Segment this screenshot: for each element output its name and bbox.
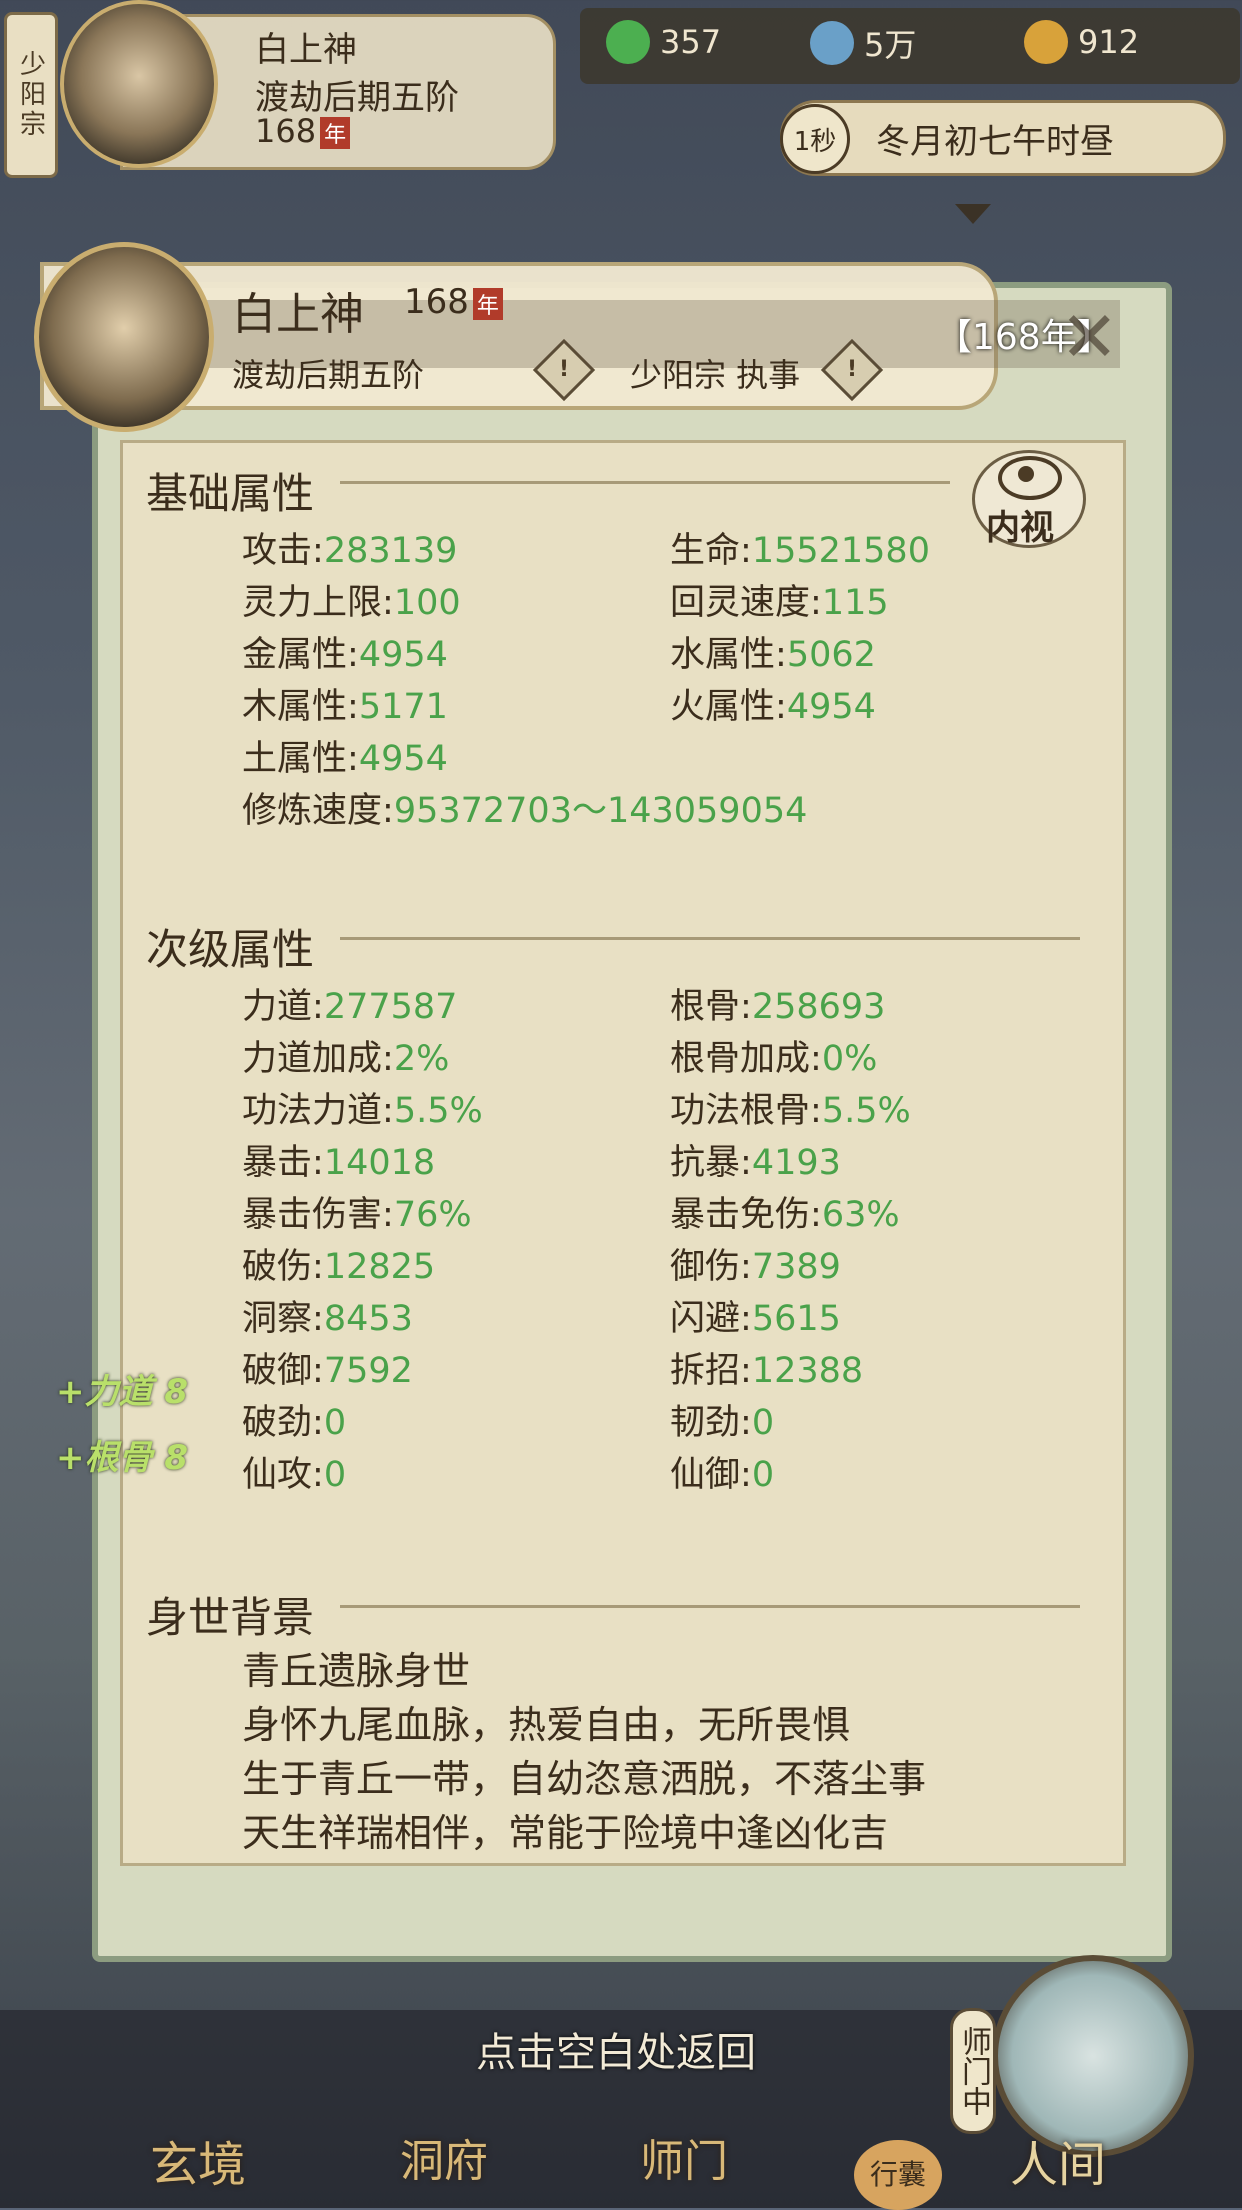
close-icon[interactable]: ✕	[1060, 296, 1119, 378]
character-sect: 少阳宗 执事	[630, 356, 801, 394]
inner-view-label: 内视	[986, 508, 1054, 548]
secondary-attributes-title: 次级属性	[146, 925, 315, 974]
section-divider	[340, 481, 950, 484]
sect-status-tag[interactable]: 师门中	[950, 2008, 996, 2134]
stat-mana-regen: 回灵速度:115	[670, 583, 889, 623]
character-name: 白上神	[232, 289, 364, 340]
game-time: 冬月初七午时昼	[876, 122, 1114, 162]
stat-wood: 木属性:5171	[242, 687, 448, 727]
stat-parry: 拆招:12388	[670, 1351, 864, 1391]
background-line: 青丘遗脉身世	[242, 1649, 471, 1693]
background-line: 身怀九尾血脉，热爱自由，无所畏惧	[242, 1703, 851, 1747]
section-divider	[340, 1605, 1080, 1608]
stat-crit-damage-reduction: 暴击免伤:63%	[670, 1195, 900, 1235]
stat-insight: 洞察:8453	[242, 1299, 413, 1339]
basic-attributes-title: 基础属性	[146, 469, 315, 518]
stat-pierce: 破伤:12825	[242, 1247, 436, 1287]
tap-to-return-hint: 点击空白处返回	[476, 2030, 756, 2076]
stat-force-break: 破劲:0	[242, 1403, 347, 1443]
stat-earth: 土属性:4954	[242, 739, 448, 779]
dropdown-arrow-icon[interactable]	[955, 204, 991, 224]
resource-ingot[interactable]: 912	[1024, 20, 1139, 64]
stat-fire: 火属性:4954	[670, 687, 876, 727]
nav-xuanjing[interactable]: 玄境	[150, 2125, 246, 2195]
resource-coin[interactable]: 5万	[810, 20, 916, 66]
coin-icon	[810, 21, 854, 65]
character-age: 168 年	[404, 282, 503, 322]
stat-hp: 生命:15521580	[670, 531, 930, 571]
stat-toughness: 韧劲:0	[670, 1403, 775, 1443]
time-speed-button[interactable]: 1秒	[780, 104, 850, 174]
stat-strength-bonus: 力道加成:2%	[242, 1039, 450, 1079]
player-avatar[interactable]	[60, 0, 218, 168]
stat-mana-cap: 灵力上限:100	[242, 583, 461, 623]
stat-constitution-bonus: 根骨加成:0%	[670, 1039, 878, 1079]
nav-renjian[interactable]: 人间	[1010, 2125, 1106, 2195]
stat-armor-break: 破御:7592	[242, 1351, 413, 1391]
stat-crit-resist: 抗暴:4193	[670, 1143, 841, 1183]
stat-metal: 金属性:4954	[242, 635, 448, 675]
stat-water: 水属性:5062	[670, 635, 876, 675]
stat-technique-constitution: 功法根骨:5.5%	[670, 1091, 911, 1131]
sect-tab[interactable]: 少阳宗	[4, 12, 58, 178]
resource-leaf[interactable]: 357	[606, 20, 721, 64]
player-name: 白上神	[255, 30, 357, 70]
stat-attack: 攻击:283139	[242, 531, 458, 571]
nav-xingnang[interactable]: 行囊	[854, 2140, 942, 2210]
stat-crit: 暴击:14018	[242, 1143, 436, 1183]
background-line: 生于青丘一带，自幼恣意洒脱，不落尘事	[242, 1757, 927, 1801]
section-divider	[340, 937, 1080, 940]
stat-strength: 力道:277587	[242, 987, 458, 1027]
stat-immortal-defense: 仙御:0	[670, 1455, 775, 1495]
stat-constitution: 根骨:258693	[670, 987, 886, 1027]
gain-strength-popup: +力道 8	[56, 1372, 188, 1412]
eye-icon	[998, 456, 1062, 500]
stat-immortal-attack: 仙攻:0	[242, 1455, 347, 1495]
background-title: 身世背景	[146, 1593, 315, 1642]
ingot-icon	[1024, 20, 1068, 64]
nav-shimen[interactable]: 师门	[640, 2125, 728, 2189]
stat-technique-strength: 功法力道:5.5%	[242, 1091, 483, 1131]
character-portrait	[34, 242, 214, 432]
character-rank: 渡劫后期五阶	[232, 356, 425, 394]
player-age: 168 年	[255, 112, 351, 150]
stat-dodge: 闪避:5615	[670, 1299, 841, 1339]
nav-dongfu[interactable]: 洞府	[400, 2125, 488, 2189]
stat-guard: 御伤:7389	[670, 1247, 841, 1287]
leaf-icon	[606, 20, 650, 64]
background-line: 天生祥瑞相伴，常能于险境中逢凶化吉	[242, 1811, 889, 1855]
gain-constitution-popup: +根骨 8	[56, 1438, 188, 1478]
stat-crit-damage: 暴击伤害:76%	[242, 1195, 472, 1235]
stat-cultivation-speed: 修炼速度:95372703～143059054	[242, 791, 808, 831]
